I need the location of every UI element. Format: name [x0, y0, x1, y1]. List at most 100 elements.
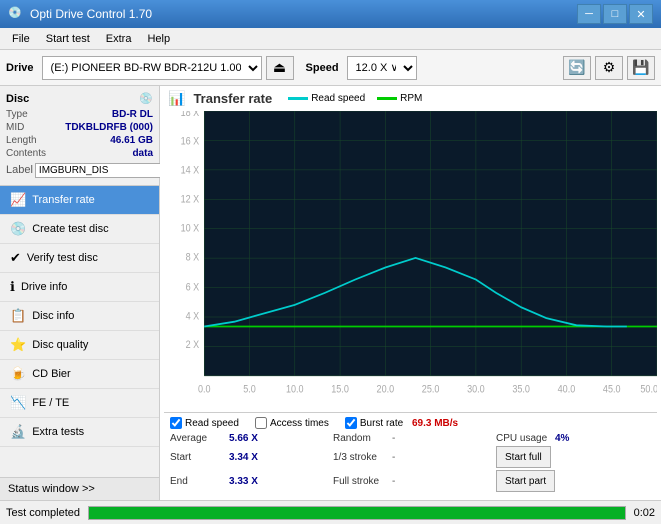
menu-file[interactable]: File	[4, 31, 38, 47]
disc-contents-value: data	[132, 148, 153, 159]
sidebar-item-disc-info-label: Disc info	[32, 310, 74, 322]
minimize-button[interactable]: ─	[577, 4, 601, 24]
stroke1-row: 1/3 stroke -	[333, 446, 488, 468]
chart-title: Transfer rate	[193, 91, 272, 106]
sidebar-item-cd-bier[interactable]: 🍺 CD Bier	[0, 360, 159, 389]
sidebar-item-drive-info[interactable]: ℹ Drive info	[0, 273, 159, 302]
sidebar-item-disc-quality-label: Disc quality	[32, 339, 88, 351]
status-window-button[interactable]: Status window >>	[0, 477, 159, 500]
disc-contents-row: Contents data	[6, 148, 153, 159]
svg-text:40.0: 40.0	[558, 384, 576, 396]
disc-panel-icon: 💿	[139, 92, 153, 105]
settings-button[interactable]: ⚙	[595, 56, 623, 80]
menu-help[interactable]: Help	[139, 31, 178, 47]
burst-rate-checkbox-label: Burst rate	[360, 418, 403, 429]
speed-label: Speed	[306, 62, 339, 74]
sidebar-item-create-test-disc[interactable]: 💿 Create test disc	[0, 215, 159, 244]
extra-tests-icon: 🔬	[10, 424, 26, 440]
svg-text:15.0: 15.0	[331, 384, 349, 396]
read-speed-checkbox[interactable]	[170, 417, 182, 429]
legend-rpm: RPM	[377, 93, 422, 104]
svg-text:30.0: 30.0	[467, 384, 485, 396]
chart-area: 📊 Transfer rate Read speed RPM	[160, 86, 661, 500]
sidebar-item-fe-te[interactable]: 📉 FE / TE	[0, 389, 159, 418]
sidebar-item-drive-info-label: Drive info	[21, 281, 67, 293]
app-title: Opti Drive Control 1.70	[30, 7, 577, 21]
main-content: Disc 💿 Type BD-R DL MID TDKBLDRFB (000) …	[0, 86, 661, 500]
start-part-button[interactable]: Start part	[496, 470, 555, 492]
menu-extra[interactable]: Extra	[98, 31, 140, 47]
start-full-button[interactable]: Start full	[496, 446, 551, 468]
app-icon: 💿	[8, 6, 24, 22]
disc-mid-row: MID TDKBLDRFB (000)	[6, 122, 153, 133]
stroke2-row: Full stroke -	[333, 470, 488, 492]
cpu-value: 4%	[555, 433, 590, 444]
save-button[interactable]: 💾	[627, 56, 655, 80]
end-label: End	[170, 476, 225, 487]
sidebar-item-fe-te-label: FE / TE	[32, 397, 69, 409]
end-value: 3.33 X	[229, 476, 264, 487]
sidebar-item-extra-tests[interactable]: 🔬 Extra tests	[0, 418, 159, 447]
menu-start-test[interactable]: Start test	[38, 31, 98, 47]
create-test-disc-icon: 💿	[10, 221, 26, 237]
burst-rate-checkbox[interactable]	[345, 417, 357, 429]
toolbar: Drive (E:) PIONEER BD-RW BDR-212U 1.00 ⏏…	[0, 50, 661, 86]
disc-info-icon: 📋	[10, 308, 26, 324]
svg-text:25.0: 25.0	[422, 384, 440, 396]
chart-icon: 📊	[168, 90, 185, 107]
access-times-checkbox-item: Access times	[255, 417, 329, 429]
fe-te-icon: 📉	[10, 395, 26, 411]
close-button[interactable]: ✕	[629, 4, 653, 24]
svg-text:12 X: 12 X	[181, 194, 200, 206]
svg-text:50.0 GB: 50.0 GB	[640, 384, 657, 396]
sidebar-item-transfer-rate[interactable]: 📈 Transfer rate	[0, 186, 159, 215]
speed-select[interactable]: 12.0 X ∨	[347, 56, 417, 80]
disc-info-panel: Disc 💿 Type BD-R DL MID TDKBLDRFB (000) …	[0, 86, 159, 186]
chart-header: 📊 Transfer rate Read speed RPM	[164, 90, 657, 107]
disc-mid-value: TDKBLDRFB (000)	[65, 122, 153, 133]
cpu-row: CPU usage 4%	[496, 433, 651, 444]
stroke1-label: 1/3 stroke	[333, 452, 388, 463]
sidebar-item-disc-info[interactable]: 📋 Disc info	[0, 302, 159, 331]
disc-label-input[interactable]	[35, 163, 175, 178]
title-bar: 💿 Opti Drive Control 1.70 ─ □ ✕	[0, 0, 661, 28]
legend-rpm-label: RPM	[400, 93, 422, 104]
time-text: 0:02	[634, 507, 655, 519]
disc-contents-label: Contents	[6, 148, 46, 159]
svg-text:6 X: 6 X	[186, 282, 200, 294]
burst-rate-value: 69.3 MB/s	[412, 418, 458, 429]
stroke1-value: -	[392, 452, 395, 463]
sidebar-item-transfer-rate-label: Transfer rate	[32, 194, 95, 206]
transfer-rate-icon: 📈	[10, 192, 26, 208]
svg-text:0.0: 0.0	[198, 384, 211, 396]
svg-text:16 X: 16 X	[181, 136, 200, 148]
window-controls: ─ □ ✕	[577, 4, 653, 24]
disc-type-value: BD-R DL	[112, 109, 153, 120]
stroke2-label: Full stroke	[333, 476, 388, 487]
legend-read-label: Read speed	[311, 93, 365, 104]
stats-grid: Average 5.66 X Random - CPU usage 4% Sta…	[170, 433, 651, 492]
disc-length-row: Length 46.61 GB	[6, 135, 153, 146]
read-speed-checkbox-label: Read speed	[185, 418, 239, 429]
chart-legend: Read speed RPM	[288, 93, 422, 104]
sidebar-item-disc-quality[interactable]: ⭐ Disc quality	[0, 331, 159, 360]
drive-select[interactable]: (E:) PIONEER BD-RW BDR-212U 1.00	[42, 56, 262, 80]
legend-read-speed: Read speed	[288, 93, 365, 104]
start-full-row: Start full	[496, 446, 651, 468]
random-value: -	[392, 433, 395, 444]
status-window-label: Status window >>	[8, 483, 95, 495]
disc-length-label: Length	[6, 135, 37, 146]
access-times-checkbox[interactable]	[255, 417, 267, 429]
burst-rate-checkbox-item: Burst rate 69.3 MB/s	[345, 417, 458, 429]
svg-text:10 X: 10 X	[181, 223, 200, 235]
maximize-button[interactable]: □	[603, 4, 627, 24]
refresh-button[interactable]: 🔄	[563, 56, 591, 80]
status-bar: Test completed 0:02	[0, 500, 661, 524]
sidebar: Disc 💿 Type BD-R DL MID TDKBLDRFB (000) …	[0, 86, 160, 500]
svg-text:8 X: 8 X	[186, 252, 200, 264]
eject-button[interactable]: ⏏	[266, 56, 294, 80]
legend-rpm-color	[377, 97, 397, 100]
sidebar-item-verify-test-disc[interactable]: ✔ Verify test disc	[0, 244, 159, 273]
sidebar-item-cd-bier-label: CD Bier	[32, 368, 71, 380]
disc-mid-label: MID	[6, 122, 24, 133]
